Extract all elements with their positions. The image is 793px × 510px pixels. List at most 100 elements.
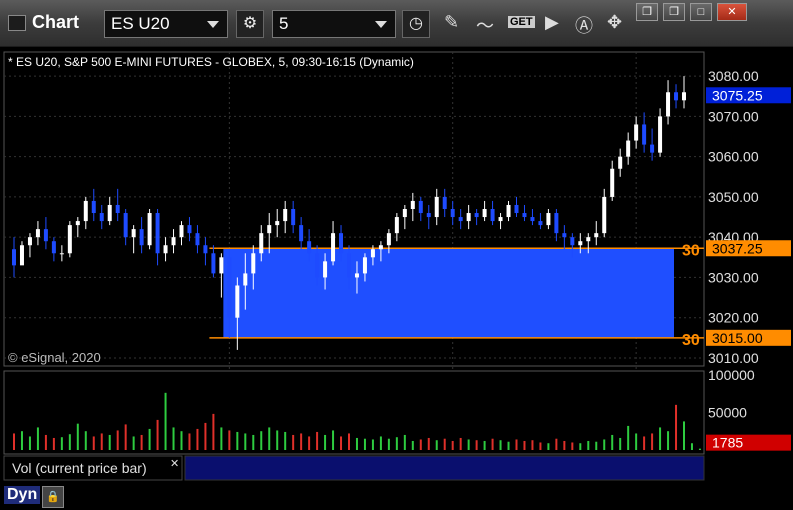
demand-zone (223, 248, 674, 338)
candle-body (211, 253, 216, 274)
candle-body (195, 233, 200, 246)
candle-body (482, 209, 487, 218)
get-icon[interactable]: GET (508, 16, 535, 28)
window-title-text: Chart (32, 12, 80, 32)
candle-body (354, 273, 359, 278)
volume-tick-label: 50000 (708, 404, 747, 420)
price-tick-label: 3080.00 (708, 68, 759, 84)
zone-upper-label: 30 (682, 242, 700, 259)
candle-body (155, 213, 160, 254)
restore-down-button[interactable]: ❐ (663, 3, 685, 21)
restore-button[interactable]: ❐ (636, 3, 658, 21)
candle-body (490, 209, 495, 222)
candle-body (442, 196, 447, 209)
clock-icon[interactable]: ◷ (402, 10, 430, 38)
maximize-button[interactable]: □ (690, 3, 712, 21)
candle-body (610, 168, 615, 197)
candle-body (123, 213, 128, 238)
candle-body (27, 237, 32, 246)
price-tick-label: 3030.00 (708, 269, 759, 285)
alert-icon[interactable]: Ⓐ (575, 12, 593, 38)
candle-body (554, 213, 559, 234)
candle-body (331, 233, 336, 262)
candle-body (299, 225, 304, 242)
candle-body (546, 213, 551, 226)
candle-body (275, 221, 280, 226)
candle-body (386, 233, 391, 246)
candle-body (658, 116, 663, 153)
settings-icon[interactable]: ⚙ (236, 10, 264, 38)
cursor-icon[interactable]: ✥ (607, 12, 622, 33)
chart-overlays: 2512:0014:0026Vol (current price bar)✕ (3, 455, 705, 481)
interval-dropdown[interactable]: 5 (272, 10, 396, 38)
candle-body (498, 217, 503, 222)
candle-body (618, 156, 623, 169)
candle-body (315, 253, 320, 278)
candle-body (347, 253, 351, 278)
candle-body (426, 213, 431, 218)
play-icon[interactable]: ▶ (545, 12, 559, 33)
candle-body (179, 225, 184, 238)
candle-body (243, 273, 248, 286)
volume-panel: 50000 100000 1785 (3, 367, 791, 455)
candle-body (291, 209, 296, 226)
candle-body (602, 196, 607, 234)
candle-body (682, 92, 686, 101)
candle-body (267, 225, 272, 234)
study-icon[interactable]: 〜 (476, 12, 494, 38)
candle-body (474, 213, 479, 218)
symbol-value: ES U20 (111, 14, 170, 33)
candle-body (219, 257, 224, 274)
last-price-tag: 3075.25 (712, 87, 763, 103)
candle-body (99, 213, 104, 222)
candle-body (35, 229, 40, 238)
lock-icon[interactable]: 🔒 (42, 486, 64, 508)
candle-body (594, 233, 599, 238)
volume-legend-strip (184, 455, 705, 481)
candle-body (339, 233, 344, 254)
candle-body (450, 209, 455, 218)
volume-tick-label: 100000 (708, 367, 755, 383)
candle-body (75, 221, 80, 226)
chevron-down-icon (207, 21, 219, 28)
dyn-label[interactable]: Dyn (4, 486, 41, 504)
candle-body (12, 249, 16, 266)
copyright-label: © eSignal, 2020 (8, 350, 101, 365)
candle-body (570, 237, 575, 246)
candle-body (227, 257, 232, 318)
candle-body (378, 245, 383, 250)
candle-body (514, 204, 519, 214)
price-tick-label: 3070.00 (708, 108, 759, 124)
price-tick-label: 3010.00 (708, 350, 759, 366)
close-button[interactable]: ✕ (717, 3, 747, 21)
zone-upper-tag: 3037.25 (712, 240, 763, 256)
volume-legend-label: Vol (current price bar) (12, 460, 147, 476)
price-tick-label: 3020.00 (708, 310, 759, 326)
candle-body (666, 92, 671, 117)
candle-body (323, 261, 328, 278)
candle-body (634, 124, 639, 141)
candle-body (19, 245, 24, 266)
candle-body (434, 196, 439, 218)
zone-lower-tag: 3015.00 (712, 330, 763, 346)
chart-area[interactable]: 3010.003020.003030.003040.003050.003060.… (0, 46, 793, 484)
candle-body (307, 241, 312, 254)
candle-body (674, 92, 679, 101)
candle-body (562, 233, 567, 238)
candle-body (139, 229, 144, 246)
symbol-dropdown[interactable]: ES U20 (104, 10, 228, 38)
candle-body (107, 204, 112, 222)
candle-body (466, 213, 471, 222)
pencil-icon[interactable]: ✎ (444, 12, 459, 33)
candle-body (171, 237, 176, 246)
candle-body (538, 221, 543, 226)
candle-body (530, 217, 535, 222)
candle-body (147, 213, 152, 246)
candle-body (402, 209, 407, 218)
price-tick-label: 3060.00 (708, 149, 759, 165)
chart-header: * ES U20, S&P 500 E-MINI FUTURES - GLOBE… (8, 55, 414, 69)
window-title: Chart (8, 12, 79, 33)
candle-body (642, 124, 647, 145)
interval-value: 5 (279, 14, 289, 33)
bottom-bar (0, 484, 793, 510)
